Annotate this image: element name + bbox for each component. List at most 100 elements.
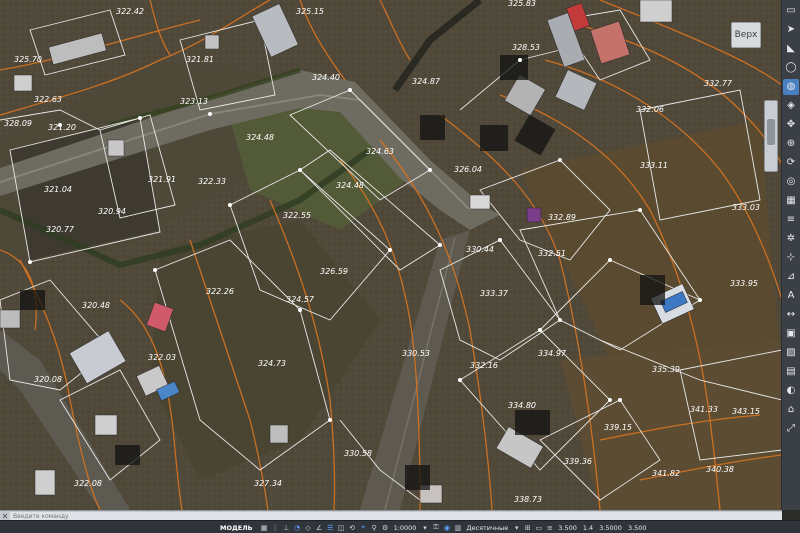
annotation-icon[interactable]: ⚲	[370, 523, 379, 532]
ortho-toggle-icon[interactable]: ⊥	[282, 523, 291, 532]
elevation-label: 332.06	[636, 105, 664, 114]
elevation-label: 333.03	[732, 203, 760, 212]
zoom-icon[interactable]: ⊕	[783, 136, 799, 152]
coordinate-separator: 1.4	[582, 523, 594, 532]
text-icon[interactable]: A	[783, 288, 799, 304]
status-bar: МОДЕЛЬ ▦ ⋮ ⊥ ◔ ◇ ∠ ☰ ◫ ⟲ ⌖ ⚲ ⚙ 1:0000 ▾ …	[0, 520, 800, 533]
elevation-label: 323.13	[180, 97, 208, 106]
elevation-label: 321.20	[48, 123, 76, 132]
snap-icon[interactable]: ⊹	[783, 250, 799, 266]
elevation-label: 330.44	[466, 245, 494, 254]
snap-toggle-icon[interactable]: ⋮	[271, 523, 280, 532]
coordinate-3: 3.500	[627, 523, 647, 532]
polar-toggle-icon[interactable]: ◔	[293, 523, 302, 532]
elevation-label: 322.33	[198, 177, 226, 186]
globe-icon[interactable]: ◍	[783, 79, 799, 95]
grid-icon[interactable]: ▦	[783, 193, 799, 209]
units-dropdown-icon[interactable]: ▾	[512, 523, 521, 532]
command-input[interactable]	[10, 512, 782, 520]
arrow-icon[interactable]: ➤	[783, 22, 799, 38]
elevation-label: 321.04	[44, 185, 72, 194]
elevation-label: 324.73	[258, 359, 286, 368]
otrack-toggle-icon[interactable]: ∠	[315, 523, 324, 532]
settings-icon[interactable]: ✲	[783, 231, 799, 247]
elevation-label: 324.87	[412, 77, 441, 86]
elevation-label: 339.36	[564, 457, 592, 466]
dim-icon[interactable]: ↔	[783, 307, 799, 323]
table-icon[interactable]: ▤	[783, 364, 799, 380]
orbit-icon[interactable]: ⟳	[783, 155, 799, 171]
elevation-label: 332.89	[548, 213, 576, 222]
elevation-label: 325.70	[14, 55, 42, 64]
elevation-label: 343.15	[732, 407, 760, 416]
lock-icon[interactable]: ⚿	[431, 523, 440, 532]
workspace-icon[interactable]: ⚙	[381, 523, 390, 532]
osnap-toggle-icon[interactable]: ◇	[304, 523, 313, 532]
quick-props-icon[interactable]: ⊞	[523, 523, 532, 532]
expand-icon[interactable]: ⤢	[783, 421, 799, 437]
elevation-label: 324.63	[366, 147, 394, 156]
layer-icon[interactable]: ≡	[783, 212, 799, 228]
view-icon[interactable]: ◐	[783, 383, 799, 399]
elevation-label: 326.59	[320, 267, 348, 276]
elevation-label: 332.16	[470, 361, 498, 370]
transparency-toggle-icon[interactable]: ◫	[337, 523, 346, 532]
elevation-label: 334.97	[538, 349, 567, 358]
elevation-label: 324.48	[336, 181, 364, 190]
elevation-label: 333.95	[730, 279, 758, 288]
elevation-label: 325.15	[296, 7, 324, 16]
elevation-label: 322.55	[283, 211, 311, 220]
steering-icon[interactable]: ◎	[783, 174, 799, 190]
triangle-icon[interactable]: ◣	[783, 41, 799, 57]
elevation-label: 322.63	[34, 95, 62, 104]
aerial-survey-map[interactable]: 325.15 325.83 328.53 325.70 322.63 321.8…	[0, 0, 782, 510]
elevation-label: 338.73	[514, 495, 542, 504]
selection-cycle-icon[interactable]: ⟲	[348, 523, 357, 532]
dynamic-ucs-icon[interactable]: ⌖	[359, 523, 368, 532]
elevation-label: 321.81	[186, 55, 214, 64]
elevation-label: 320.08	[34, 375, 62, 384]
elevation-label: 333.11	[640, 161, 668, 170]
clean-screen-icon[interactable]: ▭	[534, 523, 543, 532]
navigation-bar-handle[interactable]	[767, 119, 775, 145]
elevation-label: 334.80	[508, 401, 536, 410]
circle-icon[interactable]: ◯	[783, 60, 799, 76]
annotation-scale-icon[interactable]: ▾	[420, 523, 429, 532]
hatch-icon[interactable]: ▨	[783, 345, 799, 361]
measure-icon[interactable]: ⊿	[783, 269, 799, 285]
rect-icon[interactable]: ▭	[783, 3, 799, 19]
model-tab[interactable]: МОДЕЛЬ	[0, 524, 259, 532]
elevation-label: 322.03	[148, 353, 176, 362]
scale-value[interactable]: 1:0000	[391, 524, 420, 532]
elevation-label: 330.53	[402, 349, 430, 358]
right-toolbar: ▭ ➤ ◣ ◯ ◍ ◈ ✥ ⊕ ⟳ ◎ ▦ ≡ ✲ ⊹ ⊿ A ↔ ▣ ▨ ▤ …	[781, 0, 800, 510]
map-viewport[interactable]: 325.15 325.83 328.53 325.70 322.63 321.8…	[0, 0, 782, 510]
elevation-label: 324.48	[246, 133, 274, 142]
cube-icon[interactable]: ◈	[783, 98, 799, 114]
elevation-label: 322.08	[74, 479, 102, 488]
elevation-label: 320.94	[98, 207, 126, 216]
cad-window: 325.15 325.83 328.53 325.70 322.63 321.8…	[0, 0, 800, 533]
elevation-label: 341.33	[690, 405, 718, 414]
elevation-label: 320.48	[82, 301, 110, 310]
lineweight-toggle-icon[interactable]: ☰	[326, 523, 335, 532]
elevation-label: 325.83	[508, 0, 536, 8]
coordinate-1: 3.500	[558, 523, 577, 532]
elevation-label: 332.51	[538, 249, 566, 258]
elevation-label: 324.57	[286, 295, 315, 304]
view-cube-label[interactable]: Верх	[731, 22, 761, 48]
elevation-label: 328.09	[4, 119, 32, 128]
elevation-label: 320.77	[46, 225, 75, 234]
elevation-label: 326.04	[454, 165, 482, 174]
isolate-icon[interactable]: ◉	[442, 523, 451, 532]
units-value[interactable]: Десятичные	[463, 524, 511, 532]
elevation-label: 322.26	[206, 287, 234, 296]
block-icon[interactable]: ▣	[783, 326, 799, 342]
navigation-bar[interactable]	[764, 100, 778, 172]
customize-icon[interactable]: ≡	[545, 523, 554, 532]
lock-icon[interactable]: ⌂	[783, 402, 799, 418]
grid-toggle-icon[interactable]: ▦	[260, 523, 269, 532]
pan-icon[interactable]: ✥	[783, 117, 799, 133]
hardware-accel-icon[interactable]: ▥	[453, 523, 462, 532]
elevation-label: 330.58	[344, 449, 372, 458]
